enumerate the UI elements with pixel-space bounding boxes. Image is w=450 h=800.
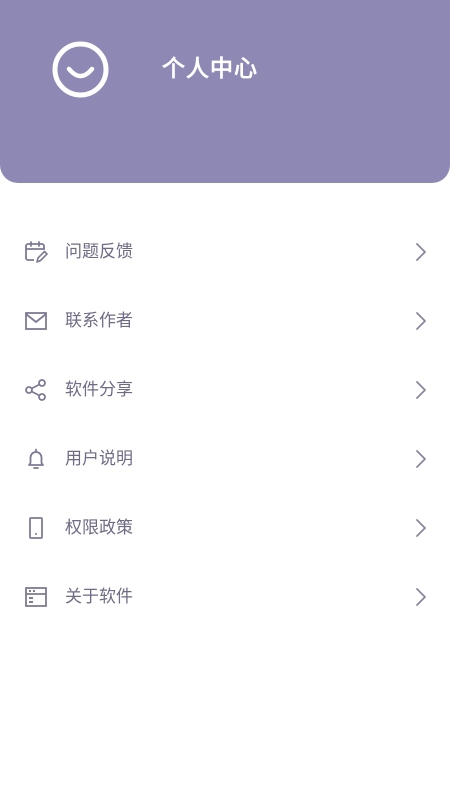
settings-menu: 问题反馈 联系作者 软件分享 用户说明 权限政策 关于软件	[0, 218, 450, 632]
chevron-right-icon	[416, 588, 426, 606]
menu-item-label: 用户说明	[65, 449, 133, 469]
menu-item-about-app[interactable]: 关于软件	[0, 563, 450, 632]
page-title: 个人中心	[162, 56, 258, 82]
menu-item-label: 软件分享	[65, 380, 133, 400]
smiley-face-icon[interactable]	[52, 41, 109, 98]
phone-icon	[29, 517, 43, 539]
calendar-edit-icon	[25, 241, 48, 263]
menu-item-label: 联系作者	[65, 311, 133, 331]
menu-item-feedback[interactable]: 问题反馈	[0, 218, 450, 287]
mail-icon	[25, 312, 47, 330]
menu-item-share-app[interactable]: 软件分享	[0, 356, 450, 425]
chevron-right-icon	[416, 450, 426, 468]
menu-item-user-guide[interactable]: 用户说明	[0, 425, 450, 494]
menu-item-label: 问题反馈	[65, 242, 133, 262]
chevron-right-icon	[416, 519, 426, 537]
chevron-right-icon	[416, 312, 426, 330]
menu-item-label: 权限政策	[65, 518, 133, 538]
share-icon	[25, 379, 46, 401]
menu-item-label: 关于软件	[65, 587, 133, 607]
menu-item-contact-author[interactable]: 联系作者	[0, 287, 450, 356]
profile-header: 个人中心	[0, 0, 450, 183]
chevron-right-icon	[416, 381, 426, 399]
chevron-right-icon	[416, 243, 426, 261]
menu-item-permission-policy[interactable]: 权限政策	[0, 494, 450, 563]
bell-icon	[28, 448, 44, 469]
browser-window-icon	[25, 587, 47, 607]
